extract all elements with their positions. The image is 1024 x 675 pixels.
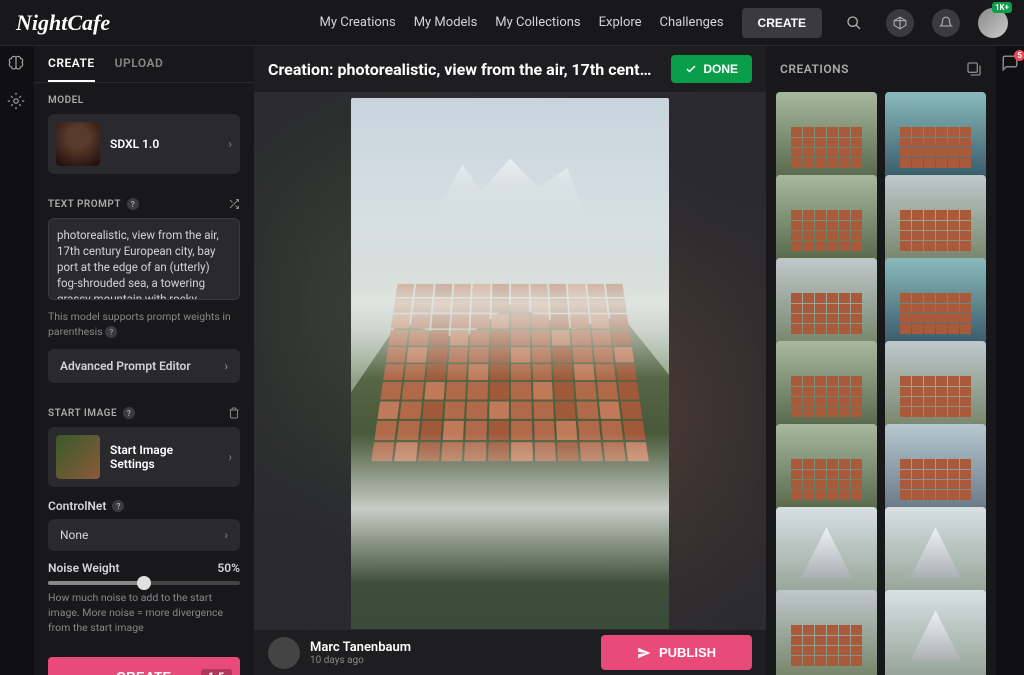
- chevron-right-icon: ›: [228, 137, 232, 151]
- trash-icon[interactable]: [228, 407, 240, 419]
- start-image-settings[interactable]: Start Image Settings ›: [48, 427, 240, 487]
- creation-thumbnail[interactable]: [885, 590, 986, 675]
- prompt-section-title: TEXT PROMPT: [48, 199, 121, 210]
- main-creation-image[interactable]: [351, 98, 669, 629]
- brain-icon[interactable]: [7, 54, 27, 74]
- nav-create-button[interactable]: CREATE: [742, 8, 822, 38]
- tab-upload[interactable]: UPLOAD: [115, 46, 164, 82]
- nav-challenges[interactable]: Challenges: [660, 15, 724, 30]
- advanced-prompt-button[interactable]: Advanced Prompt Editor›: [48, 349, 240, 383]
- help-icon[interactable]: ?: [105, 326, 117, 338]
- start-image-section-title: START IMAGE: [48, 408, 117, 419]
- creation-time: 10 days ago: [310, 655, 411, 666]
- shuffle-icon[interactable]: [228, 198, 240, 210]
- author-name[interactable]: Marc Tanenbaum: [310, 640, 411, 655]
- model-name: SDXL 1.0: [110, 137, 218, 151]
- prompt-hint: This model supports prompt weights in pa…: [48, 310, 240, 339]
- controlnet-label: ControlNet: [48, 499, 106, 513]
- tab-create[interactable]: CREATE: [48, 46, 95, 82]
- avatar[interactable]: 1K+: [978, 8, 1008, 38]
- creations-header: CREATIONS: [780, 62, 849, 76]
- controlnet-picker[interactable]: None›: [48, 519, 240, 551]
- search-icon[interactable]: [840, 9, 868, 37]
- credit-cost: 1.5: [201, 669, 232, 675]
- gallery-icon[interactable]: [966, 61, 982, 77]
- noise-hint: How much noise to add to the start image…: [48, 591, 240, 635]
- logo[interactable]: NightCafe: [16, 10, 110, 36]
- noise-weight-value: 50%: [217, 561, 240, 575]
- create-button[interactable]: CREATE 1.5: [48, 657, 240, 675]
- chevron-right-icon: ›: [228, 450, 232, 464]
- chat-icon[interactable]: 5: [1001, 54, 1019, 72]
- bell-icon[interactable]: [932, 9, 960, 37]
- prompt-input[interactable]: [48, 218, 240, 300]
- noise-weight-label: Noise Weight: [48, 561, 120, 575]
- credits-badge: 1K+: [992, 2, 1012, 13]
- done-button[interactable]: DONE: [671, 55, 752, 83]
- gear-icon[interactable]: [7, 92, 27, 112]
- nav-my-creations[interactable]: My Creations: [320, 15, 396, 30]
- start-image-thumbnail: [56, 435, 100, 479]
- cube-icon[interactable]: [886, 9, 914, 37]
- help-icon[interactable]: ?: [112, 500, 124, 512]
- author-avatar[interactable]: [268, 637, 300, 669]
- nav-explore[interactable]: Explore: [599, 15, 642, 30]
- nav-my-collections[interactable]: My Collections: [495, 15, 580, 30]
- noise-slider[interactable]: [48, 581, 240, 585]
- page-title: Creation: photorealistic, view from the …: [268, 60, 659, 79]
- model-section-title: MODEL: [48, 95, 240, 106]
- chat-badge: 5: [1014, 50, 1024, 61]
- publish-button[interactable]: PUBLISH: [601, 635, 752, 670]
- model-thumbnail: [56, 122, 100, 166]
- chevron-right-icon: ›: [224, 359, 228, 373]
- start-image-label: Start Image Settings: [110, 443, 218, 471]
- help-icon[interactable]: ?: [123, 407, 135, 419]
- model-picker[interactable]: SDXL 1.0 ›: [48, 114, 240, 174]
- nav-my-models[interactable]: My Models: [414, 15, 478, 30]
- chevron-right-icon: ›: [224, 528, 228, 542]
- creation-thumbnail[interactable]: [776, 590, 877, 675]
- help-icon[interactable]: ?: [127, 198, 139, 210]
